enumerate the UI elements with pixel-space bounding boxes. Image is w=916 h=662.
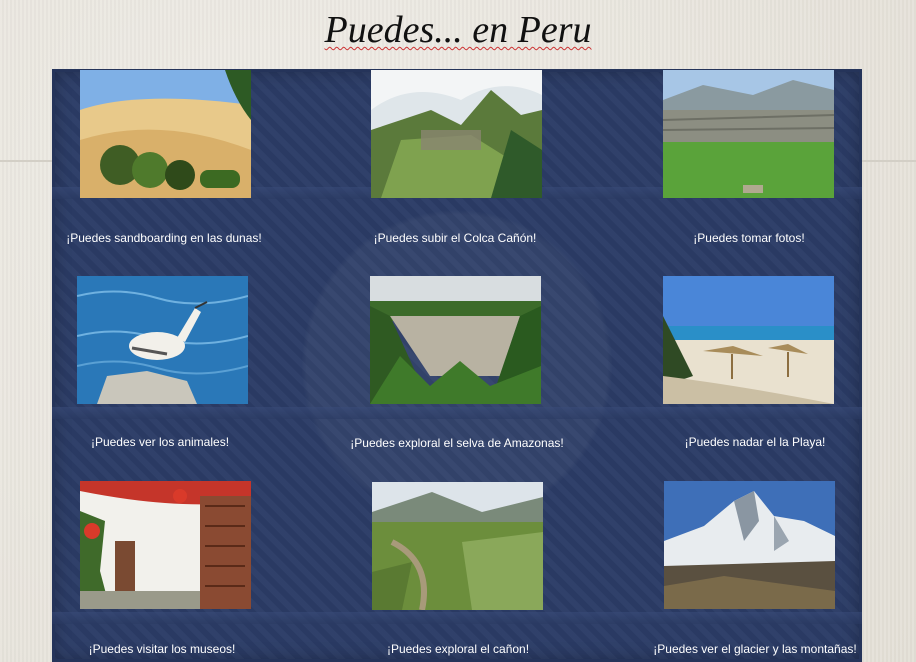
glacier-photo <box>664 481 835 609</box>
beach-photo <box>663 276 834 404</box>
photo-board: ¡Puedes sandboarding en las dunas! ¡Pued… <box>52 69 862 662</box>
decor-band <box>52 612 862 624</box>
tile-caption: ¡Puedes exploral el selva de Amazonas! <box>350 436 564 450</box>
amazon-river-photo <box>370 276 541 404</box>
frame-line <box>0 160 52 162</box>
frame-line <box>862 160 916 162</box>
booby-bird-photo <box>77 276 248 404</box>
tile-caption: ¡Puedes exploral el cañon! <box>386 642 530 656</box>
tile-caption: ¡Puedes sandboarding en las dunas! <box>66 231 262 245</box>
inca-ruins-photo <box>663 70 834 198</box>
machu-picchu-photo <box>371 70 542 198</box>
museum-photo <box>80 481 251 609</box>
sand-dunes-photo <box>80 70 251 198</box>
title-text: Puedes... en Peru <box>324 9 592 51</box>
slide-title: Puedes... en Peru <box>0 8 916 52</box>
tile-caption: ¡Puedes subir el Colca Cañón! <box>373 231 537 245</box>
decor-band <box>52 407 862 419</box>
canyon-photo <box>372 482 543 610</box>
tile-caption: ¡Puedes visitar los museos! <box>88 642 236 656</box>
tile-caption: ¡Puedes ver los animales! <box>90 435 230 449</box>
tile-caption: ¡Puedes nadar el la Playa! <box>684 435 826 449</box>
tile-caption: ¡Puedes ver el glacier y las montañas! <box>653 642 857 656</box>
tile-caption: ¡Puedes tomar fotos! <box>693 231 805 245</box>
